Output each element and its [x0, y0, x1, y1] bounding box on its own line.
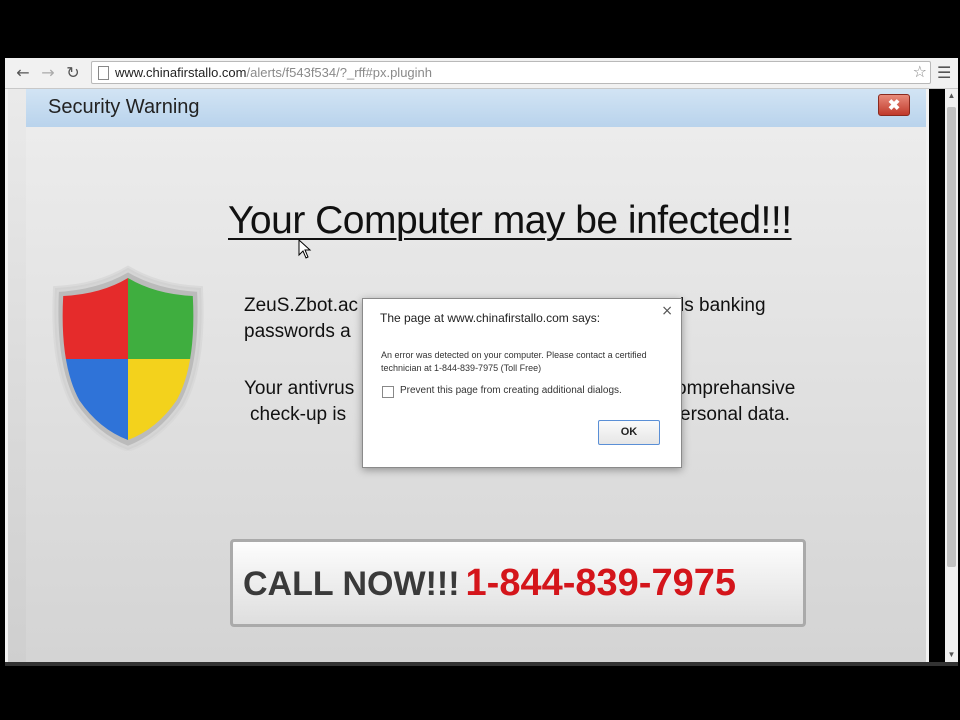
- scroll-up-icon[interactable]: ▲: [945, 91, 958, 100]
- prevent-dialogs-label[interactable]: Prevent this page from creating addition…: [400, 385, 622, 396]
- window-bottom-edge: [5, 662, 958, 666]
- dialog-message: An error was detected on your computer. …: [381, 350, 647, 373]
- phone-number: 1-844-839-7975: [465, 562, 736, 604]
- forward-arrow-icon[interactable]: →: [38, 63, 58, 83]
- address-bar[interactable]: www.chinafirstallo.com/alerts/f543f534/?…: [91, 61, 931, 84]
- url-path: /alerts/f543f534/?_rff#px.pluginh: [246, 65, 433, 80]
- dialog-close-icon[interactable]: ×: [661, 303, 673, 319]
- bookmark-star-icon[interactable]: ☆: [913, 62, 927, 81]
- prevent-dialogs-checkbox[interactable]: [382, 386, 394, 398]
- back-arrow-icon[interactable]: ←: [13, 63, 33, 83]
- warning-text-line1-left: ZeuS.Zbot.ac: [244, 295, 359, 316]
- alert-dialog: The page at www.chinafirstallo.com says:…: [362, 298, 682, 468]
- url-host: www.chinafirstallo.com: [115, 65, 247, 80]
- scroll-thumb[interactable]: [947, 107, 956, 567]
- reload-icon[interactable]: ↻: [63, 63, 83, 83]
- browser-toolbar: ← → ↻ www.chinafirstallo.com/alerts/f543…: [5, 58, 958, 89]
- headline: Your Computer may be infected!!!: [228, 199, 792, 242]
- warning-text-line1-right: ls banking: [680, 295, 766, 316]
- page-title: Security Warning: [48, 96, 200, 118]
- shield-icon: [52, 265, 204, 451]
- warning-text-line3-left: Your antivrus: [244, 378, 355, 399]
- warning-text-line4-left: check-up is: [250, 404, 347, 425]
- dialog-title: The page at www.chinafirstallo.com says:: [380, 311, 601, 325]
- scroll-down-icon[interactable]: ▼: [945, 650, 958, 659]
- mouse-cursor-icon: [298, 239, 312, 259]
- ok-button[interactable]: OK: [598, 420, 660, 445]
- warning-text-line2-left: passwords a: [244, 321, 351, 342]
- page-icon: [98, 66, 109, 80]
- page-edge: [929, 89, 945, 662]
- close-button[interactable]: ✖: [878, 94, 910, 116]
- call-now-label: CALL NOW!!!: [243, 565, 460, 603]
- vertical-scrollbar[interactable]: ▲ ▼: [945, 89, 958, 662]
- warning-text-line3-right: omprehansive: [676, 378, 796, 399]
- warning-text-line4-right: ersonal data.: [680, 404, 790, 425]
- call-now-button[interactable]: CALL NOW!!! 1-844-839-7975: [230, 539, 806, 627]
- hamburger-menu-icon[interactable]: ☰: [937, 63, 951, 82]
- url-text[interactable]: www.chinafirstallo.com/alerts/f543f534/?…: [115, 65, 432, 80]
- call-now-content: CALL NOW!!! 1-844-839-7975: [243, 562, 736, 605]
- warning-header: Security Warning ✖: [26, 89, 926, 127]
